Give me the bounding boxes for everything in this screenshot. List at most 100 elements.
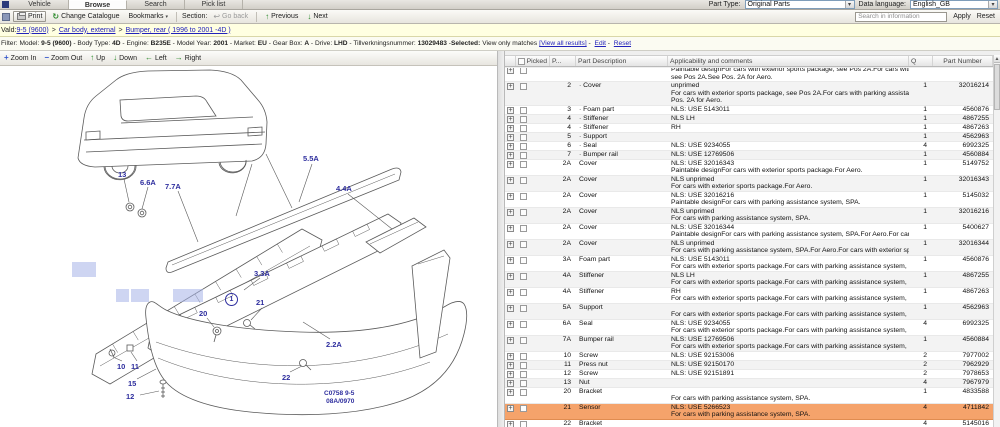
table-row[interactable]: + 7A Bumper rail NLS: USE 12769506For ca… (505, 336, 993, 352)
expand-plus-icon[interactable]: + (507, 241, 514, 248)
expand-plus-icon[interactable]: + (507, 116, 514, 123)
previous-button[interactable]: ↑ Previous (262, 12, 301, 21)
header-pos[interactable]: P... (550, 56, 576, 66)
reset-filter-link[interactable]: Reset (614, 40, 631, 47)
table-row[interactable]: + 2 · Cover unprimedFor cars with exteri… (505, 82, 993, 106)
row-checkbox[interactable] (520, 177, 527, 184)
expand-plus-icon[interactable]: + (507, 125, 514, 132)
scrollbar-thumb[interactable] (994, 64, 1000, 110)
row-checkbox[interactable] (520, 68, 527, 74)
row-checkbox[interactable] (520, 380, 527, 387)
expand-plus-icon[interactable]: + (507, 421, 514, 427)
row-checkbox[interactable] (520, 143, 527, 150)
go-back-button[interactable]: ↩ Go back (210, 12, 251, 21)
row-checkbox[interactable] (520, 116, 527, 123)
row-checkbox[interactable] (520, 371, 527, 378)
table-row[interactable]: + Paintable designFor cars with exterior… (505, 68, 993, 82)
expand-plus-icon[interactable]: + (507, 83, 514, 90)
table-row[interactable]: + 2A Cover NLS: USE 32016344Paintable de… (505, 224, 993, 240)
expand-plus-icon[interactable]: + (507, 177, 514, 184)
search-input[interactable] (855, 12, 947, 22)
down-button[interactable]: ↓Down (113, 54, 137, 62)
table-row[interactable]: + 11 Press nut NLS: USE 92150170 2 79629… (505, 361, 993, 370)
breadcrumb-link[interactable]: 9-5 (9600) (16, 27, 48, 34)
expand-plus-icon[interactable]: + (507, 273, 514, 280)
expand-plus-icon[interactable]: + (507, 305, 514, 312)
tab-browse[interactable]: Browse (69, 0, 127, 9)
table-row[interactable]: + 13 Nut 4 7967979 (505, 379, 993, 388)
chevron-down-icon[interactable]: ▾ (988, 1, 997, 8)
expand-plus-icon[interactable]: + (507, 353, 514, 360)
table-row[interactable]: + 5 · Support 1 4562963 (505, 133, 993, 142)
expand-plus-icon[interactable]: + (507, 225, 514, 232)
header-part-description[interactable]: Part Description (576, 56, 668, 66)
table-row[interactable]: + 21 Sensor NLS: USE 5266523For cars wit… (505, 404, 993, 420)
expand-plus-icon[interactable]: + (507, 107, 514, 114)
expand-plus-icon[interactable]: + (507, 134, 514, 141)
expand-plus-icon[interactable]: + (507, 209, 514, 216)
table-row[interactable]: + 7 · Bumper rail NLS: USE 12769506 1 45… (505, 151, 993, 160)
diagram-label-13[interactable]: 13 (118, 170, 126, 179)
reset-button[interactable]: Reset (977, 13, 995, 20)
diagram-label-6-6A[interactable]: 6.6A (140, 178, 156, 187)
apply-button[interactable]: Apply (953, 13, 971, 20)
row-checkbox[interactable] (520, 209, 527, 216)
table-row[interactable]: + 22 Bracket For cars with parking assis… (505, 420, 993, 427)
diagram-label-3-3A[interactable]: 3.3A (254, 269, 270, 278)
row-checkbox[interactable] (520, 257, 527, 264)
diagram-label-2-2A[interactable]: 2.2A (326, 340, 342, 349)
parts-diagram[interactable]: 136.6A7.7A5.5A4.4A3.3A120212.2A221011151… (0, 66, 497, 427)
table-row[interactable]: + 4 · Stiffener NLS LH 1 4867255 (505, 115, 993, 124)
diagram-label-12[interactable]: 12 (126, 392, 134, 401)
table-row[interactable]: + 2A Cover NLS unprimedFor cars with par… (505, 208, 993, 224)
print-button[interactable]: Print (13, 11, 46, 22)
row-checkbox[interactable] (520, 389, 527, 396)
table-row[interactable]: + 4 · Stiffener RH 1 4867263 (505, 124, 993, 133)
table-row[interactable]: + 20 Bracket For cars with parking assis… (505, 388, 993, 404)
expand-plus-icon[interactable]: + (507, 380, 514, 387)
chevron-down-icon[interactable]: ▾ (845, 1, 854, 8)
expand-plus-icon[interactable]: + (507, 193, 514, 200)
header-applicability[interactable]: Applicability and comments (668, 56, 909, 66)
bookmarks-button[interactable]: Bookmarks ▾ (126, 12, 172, 21)
expand-plus-icon[interactable]: + (507, 371, 514, 378)
diagram-label-15[interactable]: 15 (128, 379, 136, 388)
diagram-label-1[interactable]: 1 (225, 293, 238, 306)
up-button[interactable]: ↑Up (90, 54, 105, 62)
row-checkbox[interactable] (520, 125, 527, 132)
table-row[interactable]: + 4A Stiffener RHFor cars with exterior … (505, 288, 993, 304)
expand-plus-icon[interactable]: + (507, 152, 514, 159)
diagram-label-7-7A[interactable]: 7.7A (165, 182, 181, 191)
row-checkbox[interactable] (520, 353, 527, 360)
breadcrumb-link[interactable]: Bumper, rear ( 1996 to 2001 -4D ) (126, 27, 231, 34)
table-row[interactable]: + 6 · Seal NLS: USE 9234055 4 6992325 (505, 142, 993, 151)
next-button[interactable]: ↓ Next (304, 12, 330, 21)
left-button[interactable]: ←Left (145, 54, 167, 62)
breadcrumb-link[interactable]: Car body, external (59, 27, 116, 34)
expand-plus-icon[interactable]: + (507, 68, 514, 74)
row-checkbox[interactable] (520, 321, 527, 328)
row-checkbox[interactable] (520, 134, 527, 141)
table-row[interactable]: + 10 Screw NLS: USE 92153006 2 7977002 (505, 352, 993, 361)
expand-plus-icon[interactable]: + (507, 257, 514, 264)
table-row[interactable]: + 3A Foam part NLS: USE 5143011For cars … (505, 256, 993, 272)
zoom-in-button[interactable]: +Zoom In (4, 54, 36, 62)
tab-search[interactable]: Search (127, 0, 185, 9)
diagram-label-22[interactable]: 22 (282, 373, 290, 382)
table-row[interactable]: + 2A Cover NLS: USE 32016216Paintable de… (505, 192, 993, 208)
row-checkbox[interactable] (520, 83, 527, 90)
diagram-label-10[interactable]: 10 (117, 362, 125, 371)
row-checkbox[interactable] (520, 421, 527, 427)
table-scrollbar[interactable]: ▲ (993, 55, 1000, 427)
expand-plus-icon[interactable]: + (507, 362, 514, 369)
table-row[interactable]: + 6A Seal NLS: USE 9234055For cars with … (505, 320, 993, 336)
table-row[interactable]: + 5A Support For cars with exterior spor… (505, 304, 993, 320)
table-row[interactable]: + 2A Cover NLS unprimedFor cars with ext… (505, 176, 993, 192)
row-checkbox[interactable] (520, 193, 527, 200)
tab-pick-list[interactable]: Pick list (185, 0, 243, 9)
table-row[interactable]: + 4A Stiffener NLS LHFor cars with exter… (505, 272, 993, 288)
expand-plus-icon[interactable]: + (507, 143, 514, 150)
row-checkbox[interactable] (520, 289, 527, 296)
header-quantity[interactable]: Q (909, 56, 933, 66)
diagram-label-11[interactable]: 11 (131, 362, 139, 371)
